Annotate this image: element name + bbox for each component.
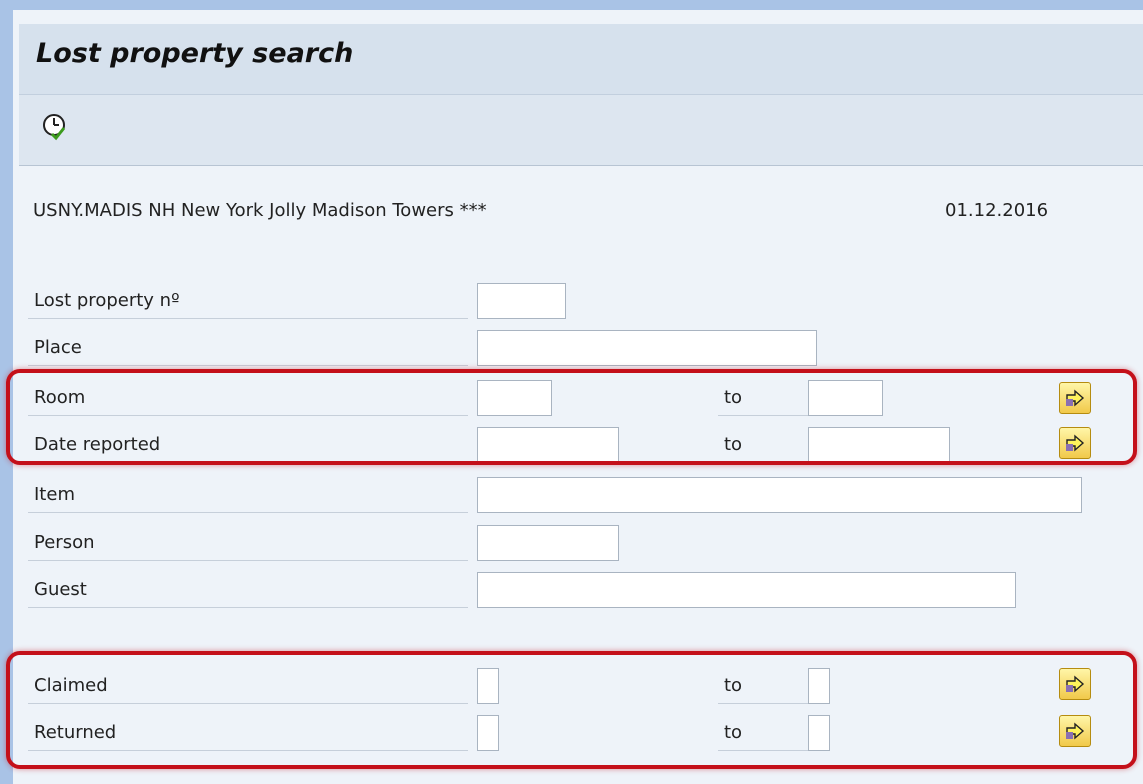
page-title: Lost property search bbox=[36, 38, 354, 69]
execute-clock-icon[interactable] bbox=[40, 112, 70, 142]
lost-property-no-label: Lost property nº bbox=[28, 283, 468, 319]
place-input[interactable] bbox=[477, 330, 817, 366]
guest-label: Guest bbox=[28, 572, 468, 608]
toolbar bbox=[19, 95, 1143, 166]
hotel-info: USNY.MADIS NH New York Jolly Madison Tow… bbox=[33, 200, 487, 221]
current-date: 01.12.2016 bbox=[945, 200, 1049, 221]
person-label: Person bbox=[28, 525, 468, 561]
highlight-range-fields bbox=[6, 369, 1137, 465]
lost-property-no-input[interactable] bbox=[477, 283, 566, 319]
highlight-status-fields bbox=[6, 651, 1137, 769]
guest-input[interactable] bbox=[477, 572, 1016, 608]
item-label: Item bbox=[28, 477, 468, 513]
person-input[interactable] bbox=[477, 525, 619, 561]
place-label: Place bbox=[28, 330, 468, 366]
item-input[interactable] bbox=[477, 477, 1082, 513]
